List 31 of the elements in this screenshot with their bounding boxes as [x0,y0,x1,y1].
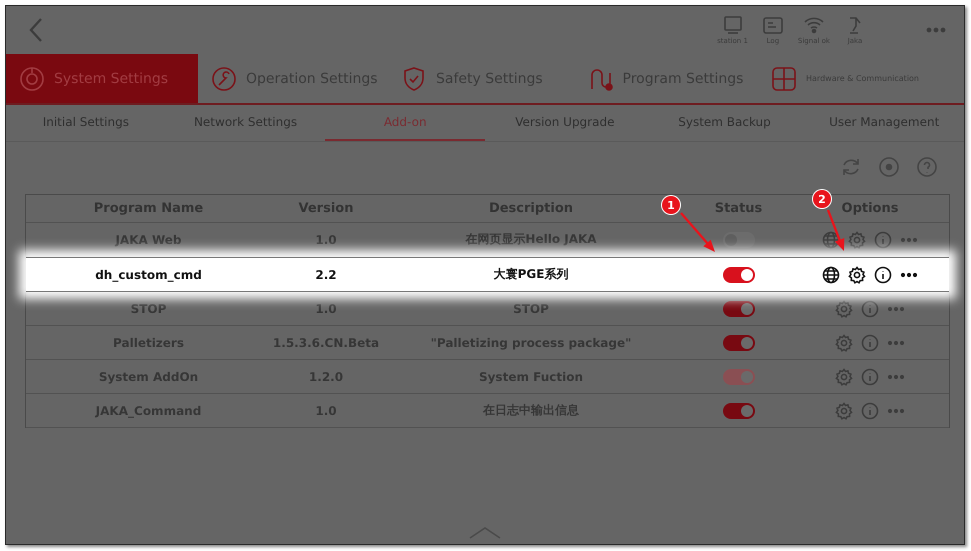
wifi-icon[interactable] [802,15,825,35]
callout-badge: 2 [813,190,831,208]
gear-icon[interactable] [848,266,866,284]
monitor-icon[interactable] [722,15,744,35]
help-icon[interactable] [916,156,938,178]
chevron-up-icon[interactable] [468,526,502,540]
toggle-switch[interactable] [722,232,754,248]
arrow [680,212,715,252]
sub-tab[interactable]: Add-on [325,105,486,141]
table-cell-text: 大寰PGE系列 [492,266,570,283]
toggle-switch[interactable] [722,334,754,350]
wrench-icon [210,64,238,92]
more-icon[interactable] [900,272,918,278]
globe-icon[interactable] [822,266,840,284]
table-cell-text: dh_custom_cmd [94,266,203,284]
back-icon[interactable] [28,17,44,43]
toggle-switch[interactable] [722,402,754,418]
info-icon[interactable] [874,266,892,284]
sub-tab[interactable]: User Management [804,105,964,141]
sub-tab[interactable]: Initial Settings [6,105,166,141]
toggle-switch[interactable] [722,266,754,282]
document-icon[interactable] [762,15,784,35]
callout-badge: 1 [662,196,680,214]
toggle-switch[interactable] [722,300,754,316]
refresh-icon[interactable] [840,156,862,178]
target-icon [18,64,46,92]
sub-tab[interactable]: Version Upgrade [485,105,645,141]
sub-tab[interactable]: System Backup [644,105,804,141]
blocks-icon [770,64,798,92]
sub-tab[interactable]: Network Settings [166,105,326,141]
table-cell-text: 2.2 [314,266,338,284]
